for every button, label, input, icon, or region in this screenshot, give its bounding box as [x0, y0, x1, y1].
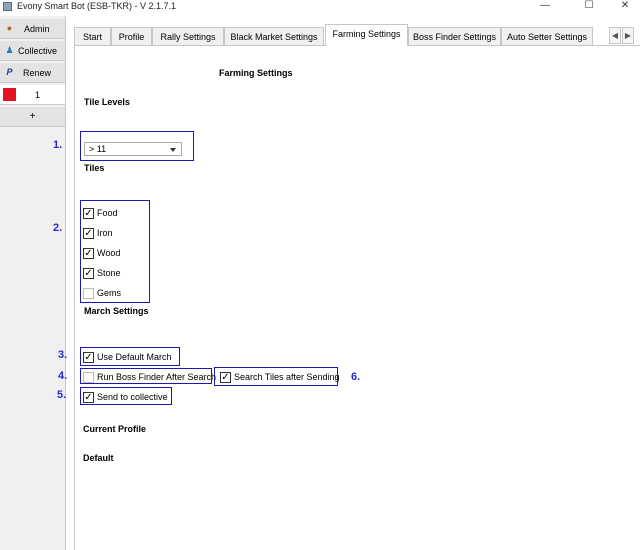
- checkbox-unchecked-icon: [83, 288, 94, 299]
- annotation-number-3: 3.: [58, 349, 68, 361]
- tile-wood-label: Wood: [97, 248, 121, 258]
- annotation-number-2: 2.: [53, 222, 63, 234]
- tile-gems-label: Gems: [97, 288, 122, 298]
- sidebar: ● Admin ♟ Collective P Renew 1 +: [0, 16, 66, 550]
- tile-level-value: > 11: [89, 144, 107, 154]
- tiles-heading: Tiles: [84, 163, 105, 173]
- minimize-button[interactable]: —: [530, 0, 560, 12]
- annotation-number-1: 1.: [53, 139, 63, 151]
- send-to-collective-label: Send to collective: [97, 392, 168, 402]
- admin-button[interactable]: ● Admin: [0, 19, 65, 39]
- checkbox-checked-icon: ✓: [220, 372, 231, 383]
- add-profile-button[interactable]: +: [0, 107, 65, 127]
- admin-label: Admin: [24, 24, 50, 34]
- maximize-button[interactable]: ☐: [574, 0, 604, 12]
- current-profile-heading: Current Profile: [83, 424, 147, 434]
- tab-scroll-right-icon[interactable]: ▶: [622, 27, 634, 44]
- admin-icon: ●: [6, 23, 13, 33]
- tile-stone-label: Stone: [97, 268, 121, 278]
- checkbox-checked-icon: ✓: [83, 352, 94, 363]
- profile-item-1[interactable]: 1: [0, 85, 65, 105]
- farming-settings-panel: [74, 45, 640, 550]
- search-tiles-after-sending-label: Search Tiles after Sending: [234, 372, 340, 382]
- tile-food-label: Food: [97, 208, 118, 218]
- checkbox-checked-icon: ✓: [83, 208, 94, 219]
- panel-title: Farming Settings: [219, 68, 293, 78]
- march-settings-heading: March Settings: [84, 306, 149, 316]
- window-title: Evony Smart Bot (ESB-TKR) - V 2.1.7.1: [17, 1, 177, 11]
- run-boss-finder-label: Run Boss Finder After Search: [97, 372, 217, 382]
- collective-button[interactable]: ♟ Collective: [0, 41, 65, 61]
- annotation-number-4: 4.: [58, 370, 68, 382]
- checkbox-unchecked-icon: [83, 372, 94, 383]
- checkbox-checked-icon: ✓: [83, 268, 94, 279]
- title-bar: Evony Smart Bot (ESB-TKR) - V 2.1.7.1 — …: [0, 0, 640, 14]
- renew-label: Renew: [23, 68, 52, 78]
- close-button[interactable]: ✕: [610, 0, 640, 12]
- tab-boss-finder-settings[interactable]: Boss Finder Settings: [408, 27, 501, 46]
- collective-label: Collective: [18, 46, 58, 56]
- tab-profile[interactable]: Profile: [111, 27, 152, 46]
- checkbox-checked-icon: ✓: [83, 228, 94, 239]
- tile-iron-label: Iron: [97, 228, 113, 238]
- current-profile-value: Default: [83, 453, 114, 463]
- app-icon: [3, 2, 12, 11]
- tab-farming-settings[interactable]: Farming Settings: [325, 24, 408, 46]
- tab-start[interactable]: Start: [74, 27, 111, 46]
- profile-color-swatch: [3, 88, 16, 101]
- tile-levels-heading: Tile Levels: [84, 97, 130, 107]
- tab-auto-setter-settings[interactable]: Auto Setter Settings: [501, 27, 593, 46]
- use-default-march-label: Use Default March: [97, 352, 172, 362]
- renew-button[interactable]: P Renew: [0, 63, 65, 83]
- chevron-down-icon: [170, 148, 176, 152]
- tile-level-select[interactable]: > 11: [84, 142, 182, 156]
- checkbox-checked-icon: ✓: [83, 248, 94, 259]
- tab-black-market-settings[interactable]: Black Market Settings: [224, 27, 324, 46]
- tab-bar: Start Profile Rally Settings Black Marke…: [74, 24, 640, 46]
- annotation-number-5: 5.: [57, 389, 67, 401]
- people-icon: ♟: [5, 45, 14, 55]
- paypal-icon: P: [6, 67, 13, 77]
- tab-rally-settings[interactable]: Rally Settings: [152, 27, 224, 46]
- checkbox-checked-icon: ✓: [83, 392, 94, 403]
- profile-number: 1: [35, 90, 41, 100]
- annotation-number-6: 6.: [351, 371, 361, 383]
- tab-scroll-left-icon[interactable]: ◀: [609, 27, 621, 44]
